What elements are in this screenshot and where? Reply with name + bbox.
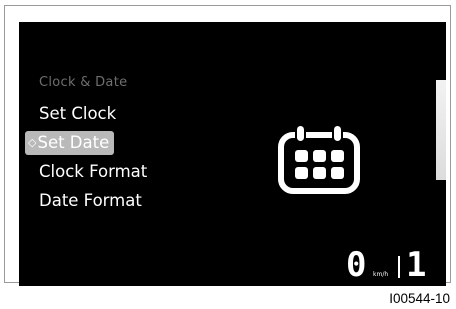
- status-readout: 0 km/h 1: [342, 248, 442, 282]
- selection-marker-icon: ◇: [28, 136, 37, 149]
- figure-reference-code: I00544-10: [389, 291, 450, 306]
- speed-unit: km/h: [373, 271, 389, 278]
- gear-value: 1: [406, 245, 427, 285]
- calendar-icon: [278, 124, 360, 194]
- menu-item-set-clock[interactable]: Set Clock: [39, 104, 116, 123]
- display-edge: [436, 80, 446, 180]
- readout-divider: [398, 256, 400, 278]
- menu-item-set-date[interactable]: ◇Set Date: [25, 131, 115, 155]
- menu-item-date-format[interactable]: Date Format: [39, 191, 142, 210]
- menu-item-clock-format[interactable]: Clock Format: [39, 162, 147, 181]
- dashboard-display: Clock & Date Set Clock ◇Set Date Clock F…: [19, 22, 446, 286]
- speed-value: 0: [346, 245, 367, 285]
- menu-title: Clock & Date: [39, 75, 128, 90]
- menu-item-label: Set Date: [37, 133, 110, 152]
